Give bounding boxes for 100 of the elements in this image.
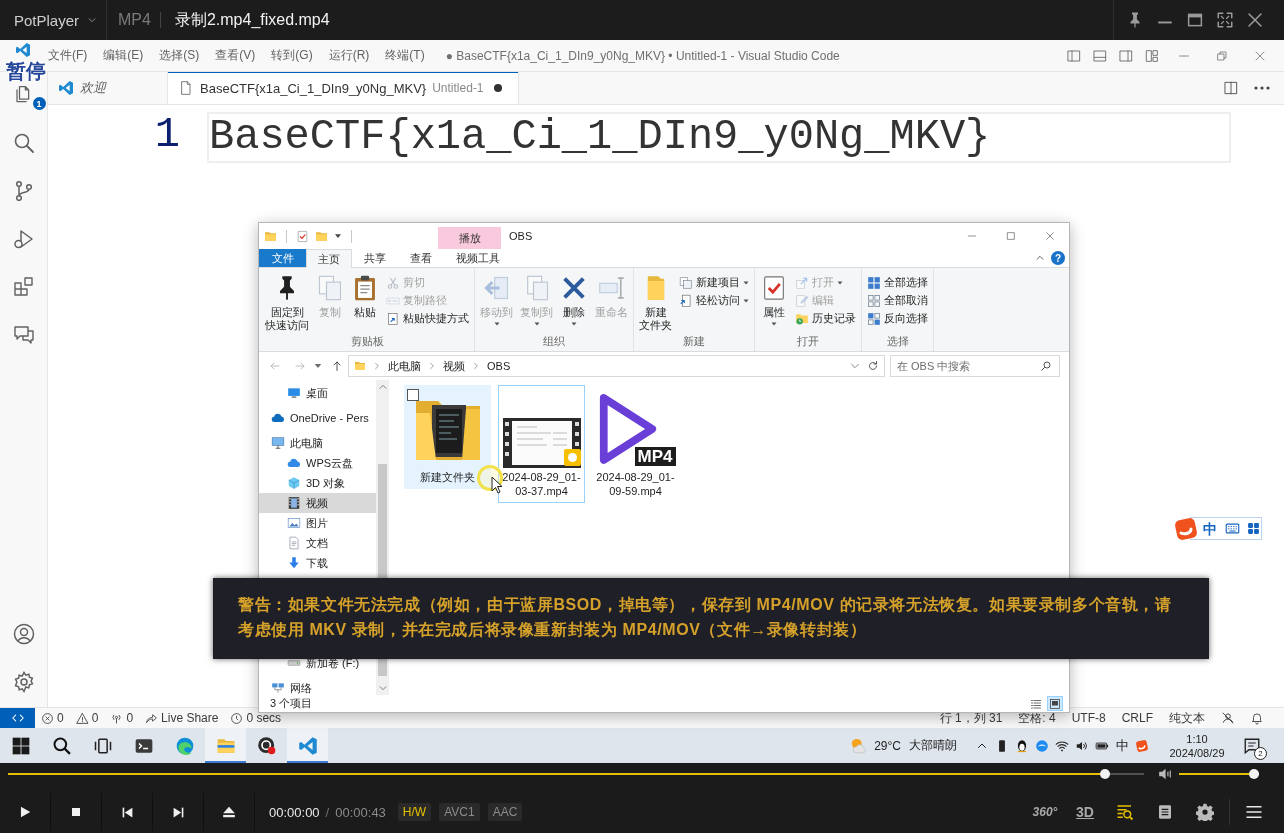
apps-grid-icon[interactable] xyxy=(1247,522,1260,535)
next-icon[interactable] xyxy=(171,805,185,819)
volume-icon[interactable] xyxy=(1158,767,1172,781)
play-icon[interactable] xyxy=(18,805,32,819)
eject-icon[interactable] xyxy=(222,805,236,819)
logo-icon[interactable] xyxy=(1135,738,1149,753)
help-button[interactable]: ? xyxy=(1051,251,1065,265)
menu-item[interactable]: 运行(R) xyxy=(328,47,370,64)
right-sidebar-layout-icon[interactable] xyxy=(1118,47,1134,64)
panel-layout-icon[interactable] xyxy=(1092,47,1108,64)
ribbon-button[interactable]: 删除 xyxy=(558,273,590,328)
ribbon-button[interactable]: 属性 xyxy=(758,273,790,328)
input-mode-button[interactable]: 中 xyxy=(1203,520,1218,537)
checked-page-icon[interactable] xyxy=(296,229,309,243)
codec-badge[interactable]: AAC xyxy=(487,803,523,821)
file-tile[interactable]: MP4 2024-08-29_01-09-59.mp4 xyxy=(592,385,679,503)
temperature[interactable]: 29°C xyxy=(874,738,901,753)
view-button[interactable] xyxy=(1047,696,1063,711)
breadcrumb-item[interactable]: OBS xyxy=(487,360,511,372)
nav-item[interactable]: OneDrive - Pers xyxy=(259,408,376,428)
clock[interactable]: 1:10 2024/08/29 xyxy=(1162,731,1232,760)
status-item[interactable]: 行 1，列 31 xyxy=(931,709,1011,727)
file-tile[interactable]: 新建文件夹 xyxy=(404,385,491,489)
nav-item[interactable]: 文档 xyxy=(259,533,376,553)
breadcrumb-item[interactable]: 此电脑 xyxy=(388,358,421,374)
ribbon-button[interactable]: 新建项目 xyxy=(677,274,751,291)
run-debug-icon[interactable] xyxy=(11,227,36,251)
person-slash-icon[interactable] xyxy=(1221,711,1235,725)
restore-icon[interactable] xyxy=(1216,49,1228,62)
previous-icon[interactable] xyxy=(120,805,134,819)
breadcrumb-item[interactable]: 视频 xyxy=(443,358,465,374)
ribbon-button[interactable]: 新建 文件夹 xyxy=(637,273,674,333)
codec-badge[interactable]: H/W xyxy=(397,803,432,821)
status-item[interactable]: 0 secs xyxy=(224,711,288,725)
ribbon-button[interactable]: 历史记录 xyxy=(793,310,858,327)
nav-item[interactable]: 网络 xyxy=(259,678,376,698)
view-mode-button[interactable]: 360° xyxy=(1025,805,1065,819)
tray-app-icon[interactable] xyxy=(1035,738,1049,753)
weather-condition[interactable]: 大部晴朗 xyxy=(909,737,957,754)
ribbon-tab[interactable]: 查看 xyxy=(398,249,444,267)
status-item[interactable]: 0 xyxy=(35,711,70,725)
ribbon-button[interactable]: 全部取消 xyxy=(865,292,930,309)
menu-item[interactable]: 终端(T) xyxy=(385,47,425,64)
sidebar-layout-icon[interactable] xyxy=(1066,47,1082,64)
menu-item[interactable]: 选择(S) xyxy=(159,47,200,64)
status-item[interactable]: 纯文本 xyxy=(1161,709,1213,727)
status-item[interactable]: UTF-8 xyxy=(1063,711,1114,725)
account-icon[interactable] xyxy=(11,622,36,646)
input-indicator[interactable]: 中 xyxy=(1112,736,1132,755)
status-item[interactable]: Live Share xyxy=(139,711,225,725)
nav-item[interactable]: 3D 对象 xyxy=(259,473,376,493)
layout-grid-icon[interactable] xyxy=(1144,47,1160,64)
playlist-search-icon[interactable] xyxy=(1116,803,1134,821)
status-item[interactable]: CRLF xyxy=(1113,711,1161,725)
nav-item[interactable]: 桌面 xyxy=(259,383,376,403)
status-item[interactable]: 0 xyxy=(104,711,140,725)
seek-thumb[interactable] xyxy=(1100,769,1111,779)
logo-icon[interactable] xyxy=(1173,516,1199,542)
menu-item[interactable]: 文件(F) xyxy=(48,47,88,64)
keyboard-icon[interactable] xyxy=(1225,521,1240,536)
close-icon[interactable] xyxy=(1044,231,1055,241)
nav-item[interactable]: WPS云盘 xyxy=(259,453,376,473)
nav-item[interactable]: 下载 xyxy=(259,553,376,573)
ribbon-button[interactable]: 固定到 快速访问 xyxy=(263,273,311,333)
maximize-icon[interactable] xyxy=(1186,11,1204,29)
menu-icon[interactable] xyxy=(1245,803,1263,821)
search-field[interactable]: 在 OBS 中搜索 xyxy=(890,355,1060,377)
bell-icon[interactable] xyxy=(1250,711,1264,725)
ribbon-button[interactable]: 全部选择 xyxy=(865,274,930,291)
penguin-icon[interactable] xyxy=(1015,738,1029,753)
status-item[interactable]: 空格: 4 xyxy=(1010,709,1064,727)
volume-thumb[interactable] xyxy=(1249,769,1259,779)
menu-item[interactable]: 编辑(E) xyxy=(103,47,144,64)
address-bar[interactable]: 此电脑 视频 OBS xyxy=(348,355,885,377)
more-icon[interactable] xyxy=(1254,86,1270,90)
caret-icon[interactable] xyxy=(334,232,342,240)
menu-item[interactable]: 查看(V) xyxy=(215,47,256,64)
ribbon-tab[interactable]: 视频工具 xyxy=(444,249,512,267)
split-editor-icon[interactable] xyxy=(1223,80,1239,96)
ribbon-button[interactable]: 粘贴快捷方式 xyxy=(384,310,471,327)
view-mode-button[interactable]: 3D xyxy=(1065,804,1105,820)
menu-item[interactable]: 转到(G) xyxy=(271,47,313,64)
codec-badge[interactable]: AVC1 xyxy=(439,803,480,821)
status-item[interactable]: 0 xyxy=(69,711,105,725)
ribbon-tab[interactable]: 主页 xyxy=(306,249,352,268)
extensions-icon[interactable] xyxy=(11,275,36,299)
chat-icon[interactable] xyxy=(11,323,36,347)
caret-icon[interactable] xyxy=(314,362,322,370)
up-arrow-icon[interactable] xyxy=(331,360,343,372)
nav-item[interactable]: 视频 xyxy=(259,493,376,513)
wifi-icon[interactable] xyxy=(1055,738,1069,753)
nav-item[interactable]: 此电脑 xyxy=(259,433,376,453)
close-icon[interactable] xyxy=(1254,49,1266,62)
ribbon-tab[interactable]: 共享 xyxy=(352,249,398,267)
refresh-icon[interactable] xyxy=(867,360,879,372)
stop-icon[interactable] xyxy=(70,806,82,818)
ribbon-button[interactable]: 粘贴 xyxy=(349,273,381,320)
file-tile[interactable]: 2024-08-29_01-03-37.mp4 xyxy=(498,385,585,503)
nav-item[interactable]: 图片 xyxy=(259,513,376,533)
fullscreen-icon[interactable] xyxy=(1216,11,1234,29)
